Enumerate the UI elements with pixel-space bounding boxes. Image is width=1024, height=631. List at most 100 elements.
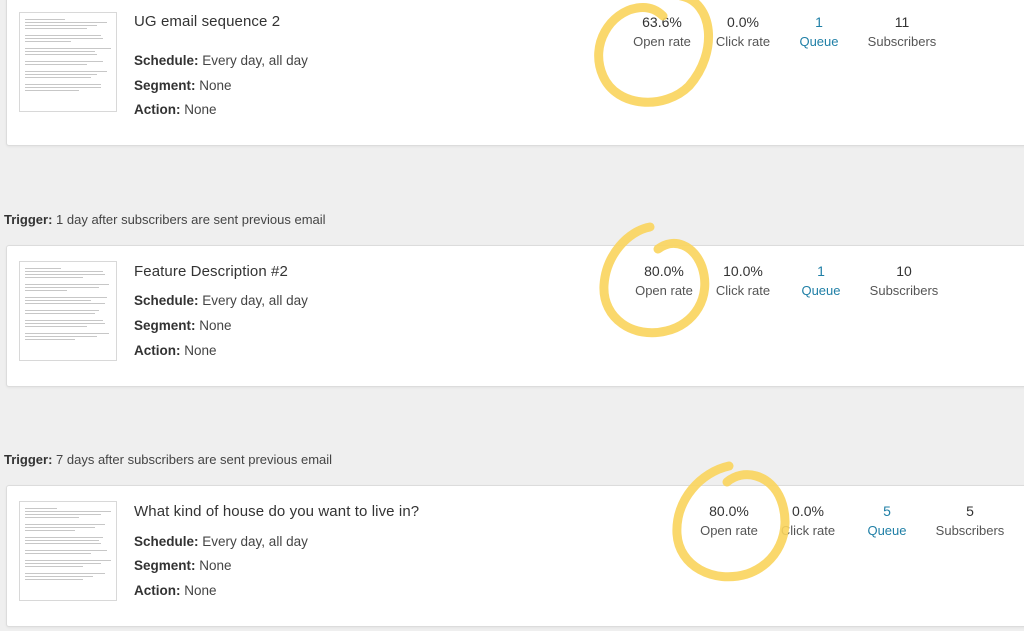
subscribers-label: Subscribers xyxy=(867,34,937,49)
action-label: Action: xyxy=(134,102,181,117)
email-card[interactable]: Feature Description #2 Schedule: Every d… xyxy=(6,245,1024,387)
subscribers-value: 11 xyxy=(894,14,910,30)
segment-row: Segment: None xyxy=(134,78,232,93)
preview-text-line xyxy=(25,74,97,75)
preview-text-line xyxy=(25,579,83,580)
segment-value: None xyxy=(199,558,232,573)
action-value: None xyxy=(184,102,217,117)
preview-text-line xyxy=(25,563,101,564)
preview-text-line xyxy=(25,524,105,525)
preview-text-line xyxy=(25,517,79,518)
preview-text-line xyxy=(25,550,107,551)
subscribers-stat: 5 Subscribers xyxy=(920,503,1020,538)
segment-row: Segment: None xyxy=(134,558,232,573)
preview-text-line xyxy=(25,310,99,311)
preview-text-line xyxy=(25,323,105,324)
action-row: Action: None xyxy=(134,102,217,117)
email-title[interactable]: What kind of house do you want to live i… xyxy=(134,503,419,520)
email-preview-thumbnail[interactable] xyxy=(19,261,117,361)
preview-text-line xyxy=(25,297,107,298)
preview-text-line xyxy=(25,543,101,544)
preview-text-line xyxy=(25,19,65,20)
action-row: Action: None xyxy=(134,343,217,358)
preview-text-line xyxy=(25,333,109,334)
preview-text-line xyxy=(25,573,105,574)
schedule-row: Schedule: Every day, all day xyxy=(134,293,308,308)
preview-text-line xyxy=(25,51,95,52)
schedule-label: Schedule: xyxy=(134,293,199,308)
preview-text-line xyxy=(25,514,101,515)
preview-text-line xyxy=(25,28,87,29)
preview-text-line xyxy=(25,277,83,278)
email-title[interactable]: Feature Description #2 xyxy=(134,263,288,280)
preview-text-line xyxy=(25,268,61,269)
preview-text-line xyxy=(25,25,97,26)
segment-value: None xyxy=(199,318,232,333)
preview-text-line xyxy=(25,290,67,291)
schedule-row: Schedule: Every day, all day xyxy=(134,534,308,549)
segment-label: Segment: xyxy=(134,78,196,93)
subscribers-value: 5 xyxy=(966,503,974,519)
preview-text-line xyxy=(25,41,71,42)
trigger-text: Trigger: 7 days after subscribers are se… xyxy=(4,452,332,467)
schedule-value: Every day, all day xyxy=(202,534,308,549)
action-label: Action: xyxy=(134,583,181,598)
preview-text-line xyxy=(25,35,101,36)
preview-text-line xyxy=(25,71,107,72)
preview-text-line xyxy=(25,22,107,23)
subscribers-value: 10 xyxy=(896,263,912,279)
preview-text-line xyxy=(25,84,101,85)
preview-text-line xyxy=(25,508,57,509)
email-card[interactable]: UG email sequence 2 Schedule: Every day,… xyxy=(6,0,1024,146)
email-title[interactable]: UG email sequence 2 xyxy=(134,13,280,30)
preview-text-line xyxy=(25,560,111,561)
subscribers-label: Subscribers xyxy=(935,523,1005,538)
preview-text-line xyxy=(25,64,87,65)
preview-text-line xyxy=(25,553,91,554)
email-card[interactable]: What kind of house do you want to live i… xyxy=(6,485,1024,627)
preview-text-line xyxy=(25,87,101,88)
segment-row: Segment: None xyxy=(134,318,232,333)
preview-text-line xyxy=(25,48,111,49)
preview-text-line xyxy=(25,537,103,538)
preview-text-line xyxy=(25,320,103,321)
schedule-value: Every day, all day xyxy=(202,53,308,68)
email-preview-thumbnail[interactable] xyxy=(19,12,117,112)
preview-text-line xyxy=(25,313,95,314)
preview-text-line xyxy=(25,511,111,512)
preview-text-line xyxy=(25,339,75,340)
preview-text-line xyxy=(25,38,103,39)
preview-text-line xyxy=(25,90,79,91)
preview-text-line xyxy=(25,271,103,272)
trigger-description: 1 day after subscribers are sent previou… xyxy=(56,212,326,227)
preview-text-line xyxy=(25,576,93,577)
schedule-value: Every day, all day xyxy=(202,293,308,308)
email-preview-thumbnail[interactable] xyxy=(19,501,117,601)
preview-text-line xyxy=(25,77,91,78)
subscribers-stat: 11 Subscribers xyxy=(852,14,952,49)
preview-text-line xyxy=(25,530,75,531)
action-value: None xyxy=(184,343,217,358)
segment-label: Segment: xyxy=(134,558,196,573)
preview-text-line xyxy=(25,336,97,337)
preview-text-line xyxy=(25,303,105,304)
action-value: None xyxy=(184,583,217,598)
preview-text-line xyxy=(25,326,87,327)
preview-text-line xyxy=(25,566,83,567)
schedule-label: Schedule: xyxy=(134,534,199,549)
action-label: Action: xyxy=(134,343,181,358)
preview-text-line xyxy=(25,61,103,62)
preview-text-line xyxy=(25,284,109,285)
preview-text-line xyxy=(25,527,95,528)
schedule-row: Schedule: Every day, all day xyxy=(134,53,308,68)
preview-text-line xyxy=(25,300,91,301)
preview-text-line xyxy=(25,287,99,288)
preview-text-line xyxy=(25,274,105,275)
subscribers-stat: 10 Subscribers xyxy=(854,263,954,298)
subscribers-label: Subscribers xyxy=(869,283,939,298)
preview-text-line xyxy=(25,540,99,541)
preview-text-line xyxy=(25,54,97,55)
trigger-label: Trigger: xyxy=(4,212,53,227)
schedule-label: Schedule: xyxy=(134,53,199,68)
segment-label: Segment: xyxy=(134,318,196,333)
